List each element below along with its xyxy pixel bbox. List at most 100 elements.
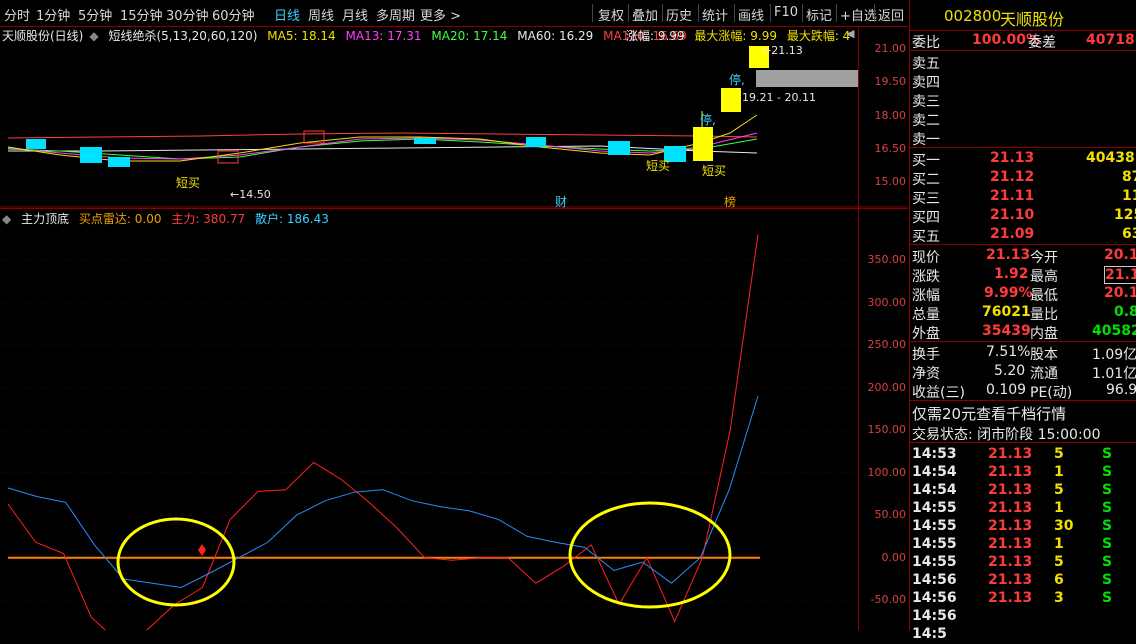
- tab-monthly[interactable]: 月线: [342, 5, 368, 24]
- tick-row: 14:56: [910, 607, 1136, 626]
- stat-value: 20.11: [1104, 285, 1136, 301]
- kline-price-axis: 21.00 19.50 18.00 16.50 15.00: [860, 27, 907, 207]
- tick-time: 14:5: [912, 626, 947, 642]
- stat2-value: 96.9: [1106, 382, 1136, 398]
- sub-axis-tick: 0.00: [881, 550, 907, 564]
- sell5-row[interactable]: 卖五: [910, 52, 1136, 72]
- tick-side: S: [1102, 464, 1113, 480]
- ma20-line: [7, 138, 758, 160]
- tab-30min[interactable]: 30分钟: [166, 5, 209, 24]
- buy-point-marker: [198, 544, 206, 556]
- tick-time: 14:54: [912, 482, 957, 498]
- range-highlight: [756, 70, 858, 87]
- weibi-label: 委比: [912, 35, 940, 51]
- stock-name: 天顺股份: [1000, 10, 1065, 29]
- sell1-row[interactable]: 卖一: [910, 128, 1136, 148]
- add-watchlist-button[interactable]: +自选: [840, 5, 877, 24]
- stat-label: 今开: [1030, 250, 1058, 266]
- stat-label: 内盘: [1030, 326, 1058, 342]
- stat-value: 35439: [982, 323, 1031, 339]
- stat-label: 外盘: [912, 326, 940, 342]
- stat-row: 总量 76021量比 0.88: [910, 303, 1136, 323]
- buy-level-label: 买三: [912, 191, 940, 207]
- stat-value: 20.11: [1104, 247, 1136, 263]
- buy3-row[interactable]: 买三 21.11 11: [910, 187, 1136, 207]
- tab-fenshi[interactable]: 分时: [4, 5, 30, 24]
- high-price-marker: ←21.13: [762, 44, 803, 57]
- stats-button[interactable]: 统计: [702, 5, 728, 24]
- tick-time: 14:56: [912, 608, 957, 624]
- back-button[interactable]: 返回: [878, 5, 904, 24]
- sell2-row[interactable]: 卖二: [910, 109, 1136, 129]
- candle: [414, 138, 436, 144]
- stat2-value: 1.09亿: [1092, 347, 1136, 363]
- stat-value: 40582: [1092, 323, 1136, 339]
- stat-value: 9.99%: [984, 285, 1033, 301]
- limit-up-label-1: 停,: [700, 113, 716, 127]
- ma5-value: MA5: 18.14: [267, 29, 336, 43]
- weibi-row: 委比 100.00% 委差 40718: [910, 31, 1136, 51]
- chevron-left-icon[interactable]: ◀: [846, 27, 854, 40]
- buy4-row[interactable]: 买四 21.10 125: [910, 206, 1136, 226]
- low-price-marker: ←14.50: [230, 188, 271, 201]
- stat-label: 最高: [1030, 269, 1058, 285]
- draw-line-button[interactable]: 画线: [738, 5, 764, 24]
- buy-volume: 11: [1122, 188, 1136, 204]
- history-button[interactable]: 历史: [666, 5, 692, 24]
- buy-signal-label-1: 短买: [176, 176, 201, 190]
- stat2-label: 流通: [1030, 366, 1058, 382]
- weicha-label: 委差: [1028, 35, 1056, 51]
- price-range-label: 19.21 - 20.11: [742, 91, 816, 104]
- kline-axis-tick: 18.00: [874, 109, 907, 122]
- tick-row: 14:55 21.13 5 S: [910, 553, 1136, 572]
- promo-link[interactable]: 仅需20元查看千档行情: [910, 402, 1136, 423]
- max-diefu-value: 最大跌幅: 4: [786, 29, 851, 43]
- tab-1min[interactable]: 1分钟: [36, 5, 70, 24]
- settings-icon[interactable]: ◆: [89, 29, 98, 43]
- tab-more[interactable]: 更多 >: [420, 5, 461, 24]
- stat-label: 涨跌: [912, 269, 940, 285]
- tick-row: 14:56 21.13 3 S: [910, 589, 1136, 608]
- stat-row: 外盘 35439 内盘 40582: [910, 322, 1136, 342]
- fuquan-button[interactable]: 复权: [598, 5, 624, 24]
- sub-axis-tick: 300.00: [867, 295, 907, 309]
- sell4-row[interactable]: 卖四: [910, 71, 1136, 91]
- tick-volume: 3: [1054, 590, 1064, 606]
- sub-axis-tick: 200.00: [867, 380, 907, 394]
- tab-5min[interactable]: 5分钟: [78, 5, 112, 24]
- mark-button[interactable]: 标记: [806, 5, 832, 24]
- buy5-row[interactable]: 买五 21.09 63: [910, 225, 1136, 245]
- weicha-value: 40718: [1086, 32, 1135, 48]
- indicator-settings-icon[interactable]: ◆: [2, 212, 11, 226]
- tick-price: 21.13: [988, 500, 1033, 516]
- sub-indicator-header: ◆ 主力顶底 买点雷达: 0.00 主力: 380.77 散户: 186.43: [2, 210, 335, 226]
- candle: [526, 137, 546, 147]
- tab-15min[interactable]: 15分钟: [120, 5, 163, 24]
- chevron-right-icon: >: [446, 9, 462, 24]
- stat-label: 总量: [912, 307, 940, 323]
- tab-daily[interactable]: 日线: [274, 5, 300, 24]
- sell3-row[interactable]: 卖三: [910, 90, 1136, 110]
- buy1-row[interactable]: 买一 21.13 40438: [910, 149, 1136, 169]
- stat-value: 21.13: [1104, 266, 1136, 284]
- tick-price: 21.13: [988, 518, 1033, 534]
- tab-multi-period[interactable]: 多周期: [376, 5, 415, 24]
- buy2-row[interactable]: 买二 21.12 87: [910, 168, 1136, 188]
- trade-status: 交易状态: 闭市阶段 15:00:00: [910, 423, 1136, 443]
- tab-60min[interactable]: 60分钟: [212, 5, 255, 24]
- tab-weekly[interactable]: 周线: [308, 5, 334, 24]
- kline-indicator-name: 短线绝杀(5,13,20,60,120): [108, 29, 258, 43]
- kline-chart[interactable]: [0, 43, 908, 208]
- f10-button[interactable]: F10: [774, 5, 798, 20]
- tick-time: 14:53: [912, 446, 957, 462]
- stat-label: 量比: [1030, 307, 1058, 323]
- tick-volume: 5: [1054, 482, 1064, 498]
- main-force-chart[interactable]: [0, 226, 860, 630]
- tick-row: 14:5: [910, 625, 1136, 644]
- sell-level-label: 卖二: [912, 113, 940, 129]
- stat2-label: 收益(三): [912, 385, 965, 401]
- buy-volume: 125: [1114, 207, 1136, 223]
- tick-row: 14:55 21.13 30 S: [910, 517, 1136, 536]
- diejia-button[interactable]: 叠加: [632, 5, 658, 24]
- candle: [693, 127, 713, 161]
